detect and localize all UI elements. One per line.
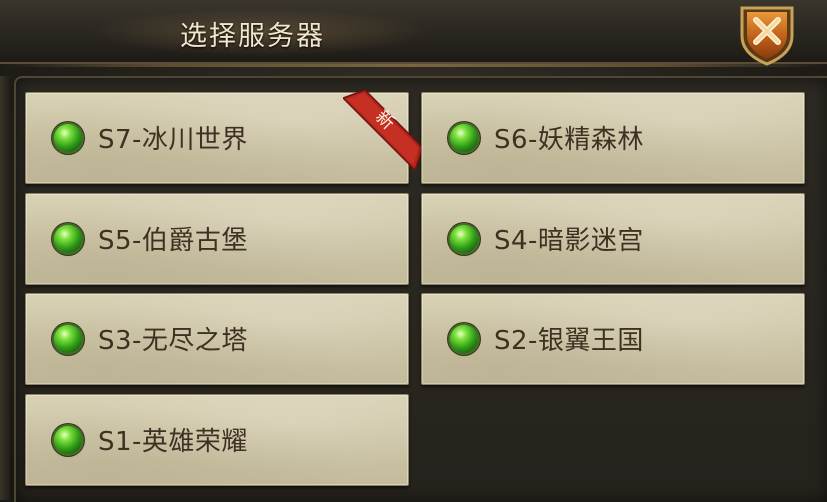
dialog-title: 选择服务器 (180, 21, 325, 52)
status-online-icon (54, 426, 82, 454)
server-button-s5[interactable]: S5-伯爵古堡 (25, 193, 409, 285)
status-online-icon (54, 325, 82, 353)
server-name: S2-银翼王国 (494, 326, 644, 356)
server-name: S5-伯爵古堡 (98, 226, 248, 256)
server-name: S7-冰川世界 (98, 125, 248, 155)
new-ribbon-icon: 新 (343, 90, 423, 170)
close-button[interactable] (736, 2, 798, 66)
server-button-s1[interactable]: S1-英雄荣耀 (25, 394, 409, 486)
server-button-s3[interactable]: S3-无尽之塔 (25, 293, 409, 385)
status-online-icon (450, 225, 478, 253)
server-button-s2[interactable]: S2-银翼王国 (421, 293, 805, 385)
status-online-icon (54, 225, 82, 253)
left-frame-edge (0, 76, 10, 500)
status-online-icon (450, 124, 478, 152)
server-name: S4-暗影迷宫 (494, 226, 644, 256)
server-button-s6[interactable]: S6-妖精森林 (421, 92, 805, 184)
server-select-dialog: 选择服务器 S7-冰川世界 新 S6-妖精森林 S5-伯爵古堡 S4-暗影迷宫 … (0, 0, 827, 502)
server-name: S1-英雄荣耀 (98, 427, 248, 457)
server-name: S3-无尽之塔 (98, 326, 248, 356)
close-icon (740, 6, 794, 66)
status-online-icon (450, 325, 478, 353)
title-bar: 选择服务器 (0, 0, 827, 67)
server-button-s4[interactable]: S4-暗影迷宫 (421, 193, 805, 285)
status-online-icon (54, 124, 82, 152)
server-name: S6-妖精森林 (494, 125, 644, 155)
